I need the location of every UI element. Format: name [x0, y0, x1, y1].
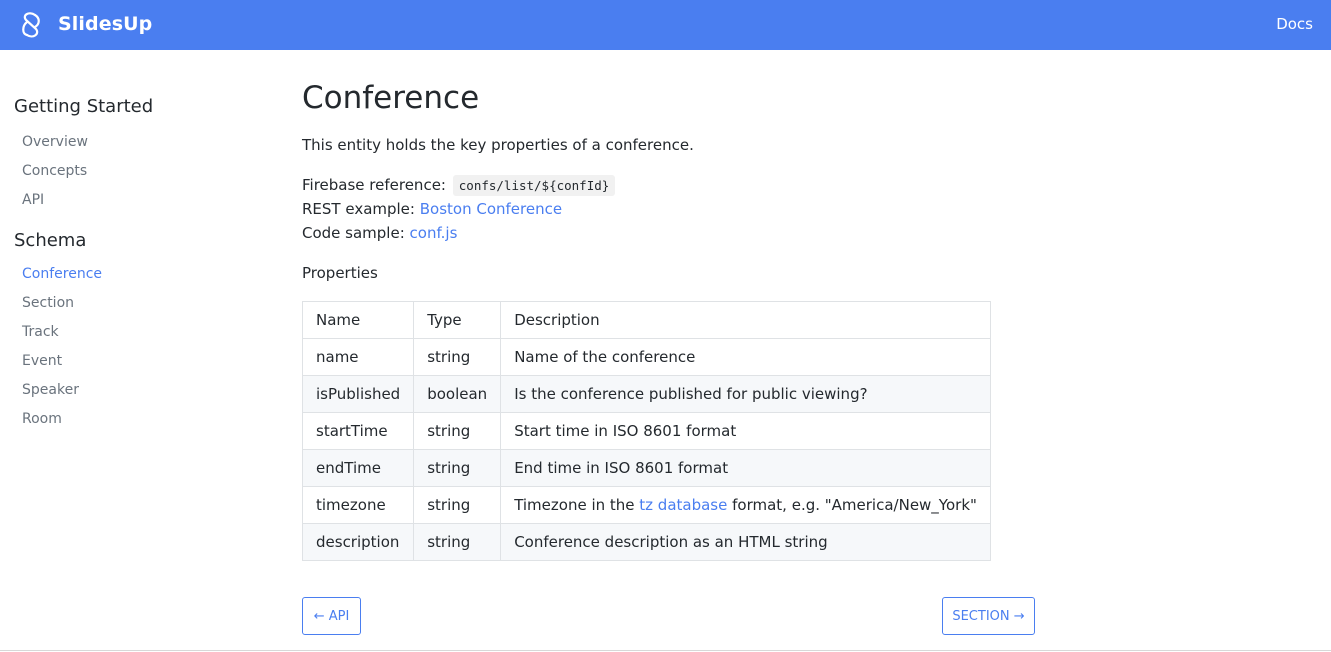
property-type: string [413, 449, 502, 487]
sidebar-heading-getting-started: Getting Started [14, 96, 154, 117]
sidebar-item-event[interactable]: Event [22, 353, 62, 369]
page-title: Conference [302, 80, 480, 116]
property-description: Start time in ISO 8601 format [500, 412, 991, 450]
column-header-name: Name [301, 301, 415, 339]
rest-example-label: REST example: [302, 200, 415, 218]
sidebar-item-track[interactable]: Track [22, 324, 59, 340]
properties-table: Name Type Description name string Name o… [301, 301, 991, 561]
table-header-row: Name Type Description [301, 301, 991, 339]
property-description: End time in ISO 8601 format [500, 449, 991, 487]
sidebar-heading-schema: Schema [14, 230, 87, 251]
firebase-reference-label: Firebase reference: [302, 176, 446, 194]
property-description: Timezone in the tz database format, e.g.… [500, 486, 991, 524]
firebase-reference-line: Firebase reference: confs/list/${confId} [302, 175, 616, 196]
property-type: string [413, 338, 502, 376]
property-name: description [301, 523, 415, 561]
sidebar-item-concepts[interactable]: Concepts [22, 163, 87, 179]
property-description: Conference description as an HTML string [500, 523, 991, 561]
tz-database-link[interactable]: tz database [639, 496, 727, 514]
table-row: name string Name of the conference [301, 338, 991, 376]
description-prefix: Timezone in the [514, 496, 640, 514]
property-type: string [413, 486, 502, 524]
property-name: name [301, 338, 415, 376]
property-name: startTime [301, 412, 415, 450]
page-intro: This entity holds the key properties of … [302, 136, 694, 154]
sidebar-item-conference[interactable]: Conference [22, 266, 102, 282]
table-row: description string Conference descriptio… [301, 523, 991, 561]
slidesup-logo-icon[interactable] [19, 12, 43, 38]
property-description: Is the conference published for public v… [500, 375, 991, 413]
code-sample-line: Code sample: conf.js [302, 224, 457, 242]
sidebar-item-overview[interactable]: Overview [22, 134, 88, 150]
property-name: endTime [301, 449, 415, 487]
rest-example-line: REST example: Boston Conference [302, 200, 562, 218]
property-type: string [413, 523, 502, 561]
sidebar-item-speaker[interactable]: Speaker [22, 382, 79, 398]
property-name: isPublished [301, 375, 415, 413]
top-navbar: SlidesUp Docs [0, 0, 1331, 50]
rest-example-link[interactable]: Boston Conference [420, 200, 562, 218]
firebase-reference-code: confs/list/${confId} [452, 175, 616, 196]
table-row: startTime string Start time in ISO 8601 … [301, 412, 991, 450]
properties-heading: Properties [302, 264, 378, 282]
column-header-type: Type [413, 301, 502, 339]
column-header-description: Description [500, 301, 991, 339]
table-row: isPublished boolean Is the conference pu… [301, 375, 991, 413]
brand-name[interactable]: SlidesUp [58, 13, 152, 35]
code-sample-link[interactable]: conf.js [410, 224, 458, 242]
code-sample-label: Code sample: [302, 224, 405, 242]
sidebar-item-room[interactable]: Room [22, 411, 62, 427]
docs-nav-link[interactable]: Docs [1276, 15, 1313, 33]
sidebar-item-section[interactable]: Section [22, 295, 74, 311]
bottom-divider [0, 650, 1331, 651]
table-row: timezone string Timezone in the tz datab… [301, 486, 991, 524]
previous-page-button[interactable]: ← API [302, 597, 361, 635]
sidebar-item-api[interactable]: API [22, 192, 44, 208]
property-name: timezone [301, 486, 415, 524]
property-description: Name of the conference [500, 338, 991, 376]
property-type: string [413, 412, 502, 450]
table-row: endTime string End time in ISO 8601 form… [301, 449, 991, 487]
description-suffix: format, e.g. "America/New_York" [727, 496, 977, 514]
property-type: boolean [413, 375, 502, 413]
next-page-button[interactable]: SECTION → [942, 597, 1035, 635]
